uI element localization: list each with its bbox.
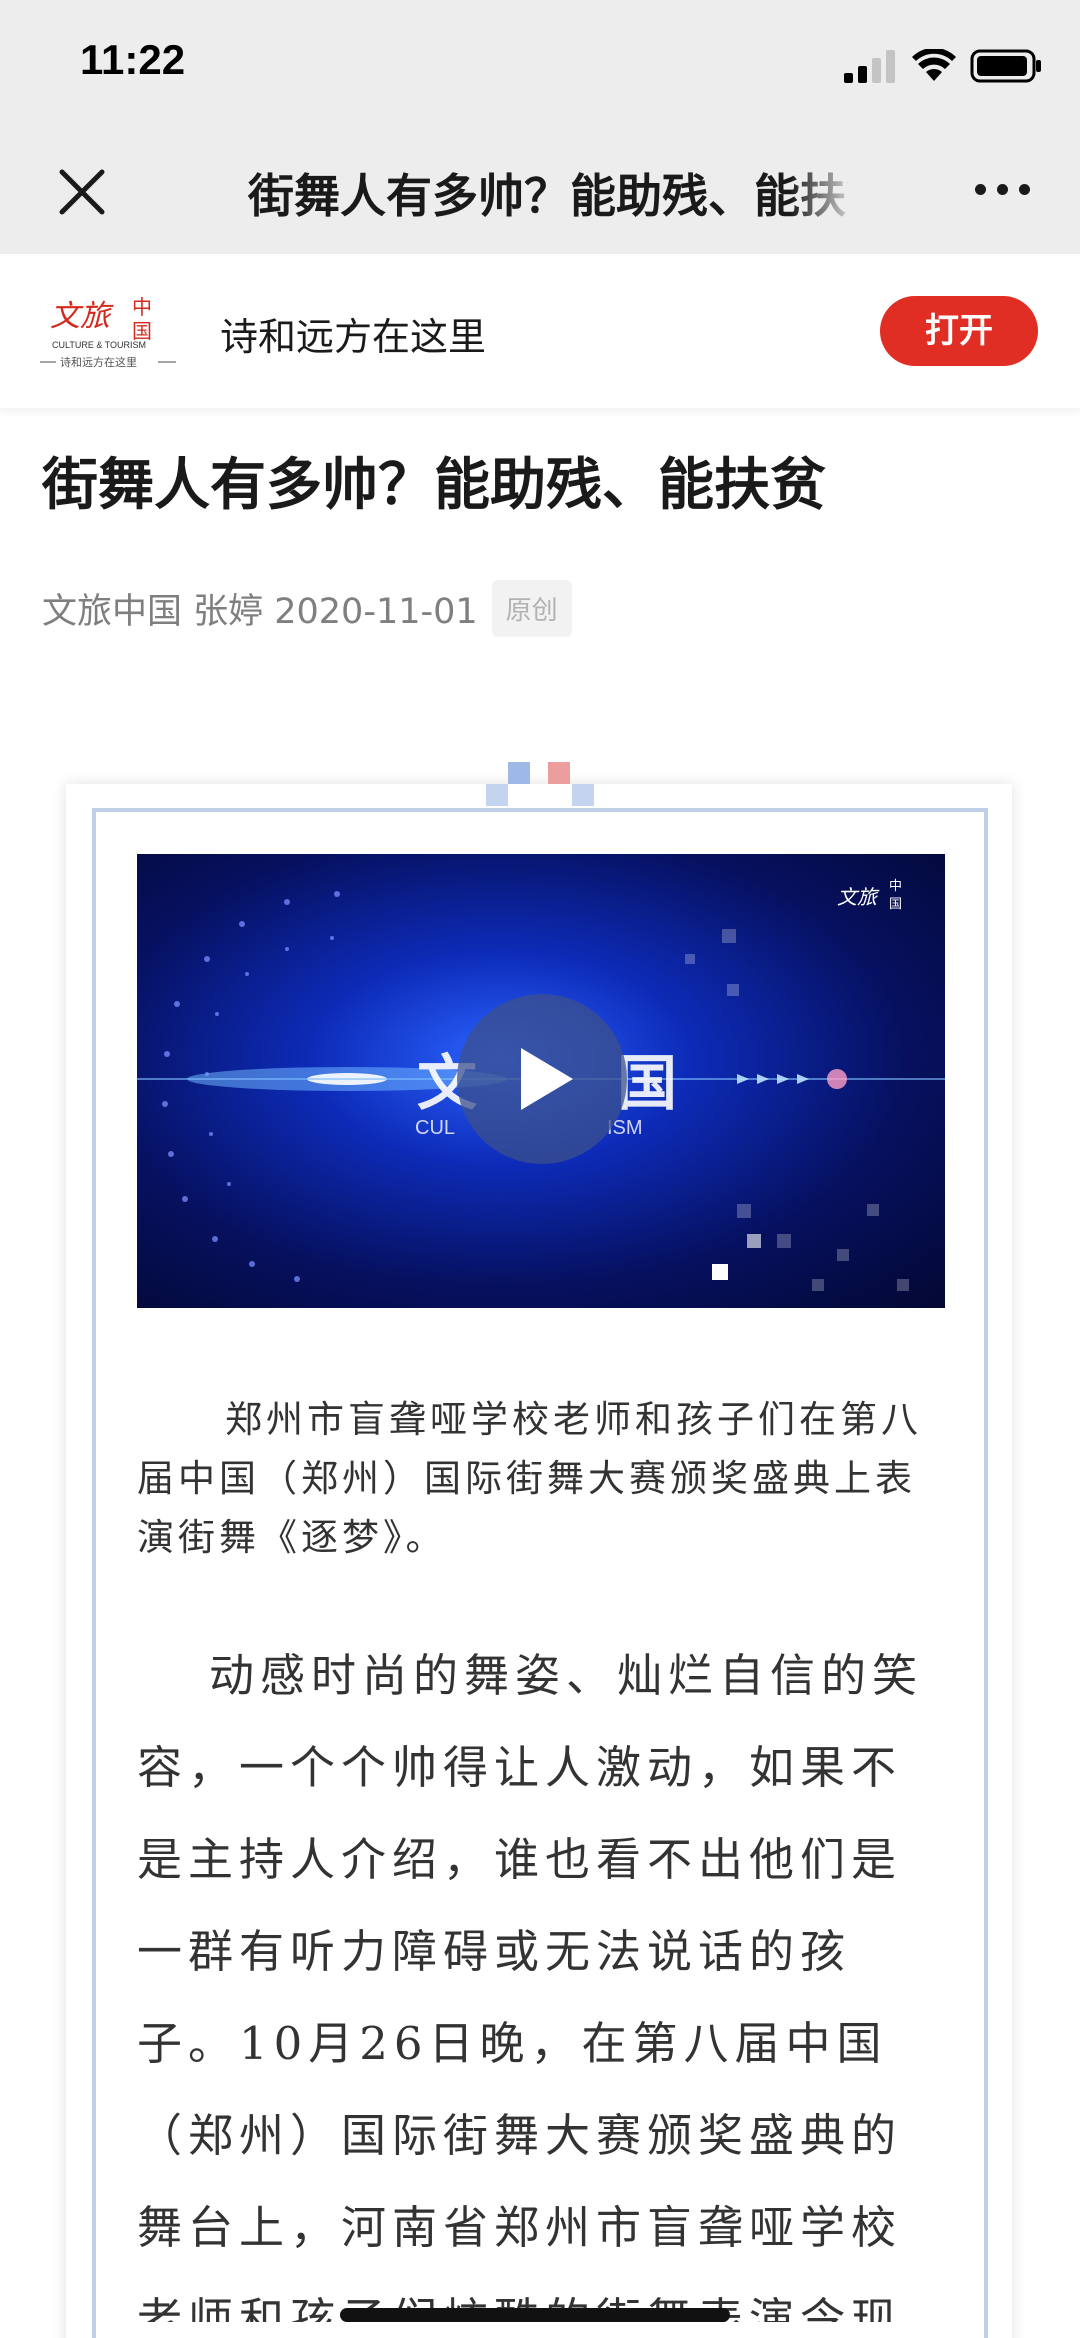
svg-text:国: 国 bbox=[889, 897, 902, 912]
svg-text:文旅: 文旅 bbox=[50, 299, 114, 334]
scroll-indicator bbox=[340, 2308, 730, 2322]
article-meta-text[interactable]: 文旅中国 张婷 2020-11-01 bbox=[42, 583, 478, 634]
deco-square bbox=[508, 762, 530, 784]
account-name[interactable]: 诗和远方在这里 bbox=[220, 306, 486, 361]
cellular-signal-icon bbox=[844, 50, 895, 83]
original-badge: 原创 bbox=[491, 580, 572, 637]
svg-text:中: 中 bbox=[132, 295, 152, 319]
nav-bar: 街舞人有多帅？能助残、能扶贫 bbox=[0, 130, 1080, 254]
open-button[interactable]: 打开 bbox=[880, 296, 1038, 366]
status-icons bbox=[844, 46, 1042, 86]
deco-square bbox=[486, 784, 508, 806]
more-options-icon[interactable] bbox=[975, 184, 1030, 195]
status-bar: 11:22 bbox=[0, 0, 1080, 130]
svg-text:CUL: CUL bbox=[415, 1117, 455, 1139]
svg-text:中: 中 bbox=[889, 879, 902, 894]
video-caption: 郑州市盲聋哑学校老师和孩子们在第八届中国（郑州）国际街舞大赛颁奖盛典上表演街舞《… bbox=[137, 1398, 922, 1559]
svg-text:诗和远方在这里: 诗和远方在这里 bbox=[60, 355, 137, 369]
close-icon[interactable] bbox=[56, 166, 108, 218]
svg-text:CULTURE & TOURISM: CULTURE & TOURISM bbox=[52, 340, 146, 350]
deco-square bbox=[572, 784, 594, 806]
article-meta: 文旅中国 张婷 2020-11-01 原创 bbox=[42, 580, 572, 637]
nav-title-fade bbox=[790, 158, 860, 228]
deco-square bbox=[548, 762, 570, 784]
account-bar: 文旅 中 国 CULTURE & TOURISM 诗和远方在这里 诗和远方在这里… bbox=[0, 254, 1080, 408]
article-paragraph: 动感时尚的舞姿、灿烂自信的笑容，一个个帅得让人激动，如果不是主持人介绍，谁也看不… bbox=[137, 1649, 924, 2322]
article-title: 街舞人有多帅？能助残、能扶贫 bbox=[42, 453, 826, 518]
play-icon bbox=[521, 1048, 573, 1110]
status-time: 11:22 bbox=[80, 36, 186, 83]
wifi-icon bbox=[912, 49, 956, 81]
play-button[interactable] bbox=[457, 994, 627, 1164]
account-logo[interactable]: 文旅 中 国 CULTURE & TOURISM 诗和远方在这里 bbox=[40, 290, 178, 374]
battery-icon bbox=[970, 49, 1041, 83]
nav-title: 街舞人有多帅？能助残、能扶贫 bbox=[248, 169, 848, 223]
svg-text:文旅: 文旅 bbox=[837, 885, 880, 909]
video-player[interactable]: 文旅 中 国 文 国 CUL ISM bbox=[137, 854, 945, 1308]
